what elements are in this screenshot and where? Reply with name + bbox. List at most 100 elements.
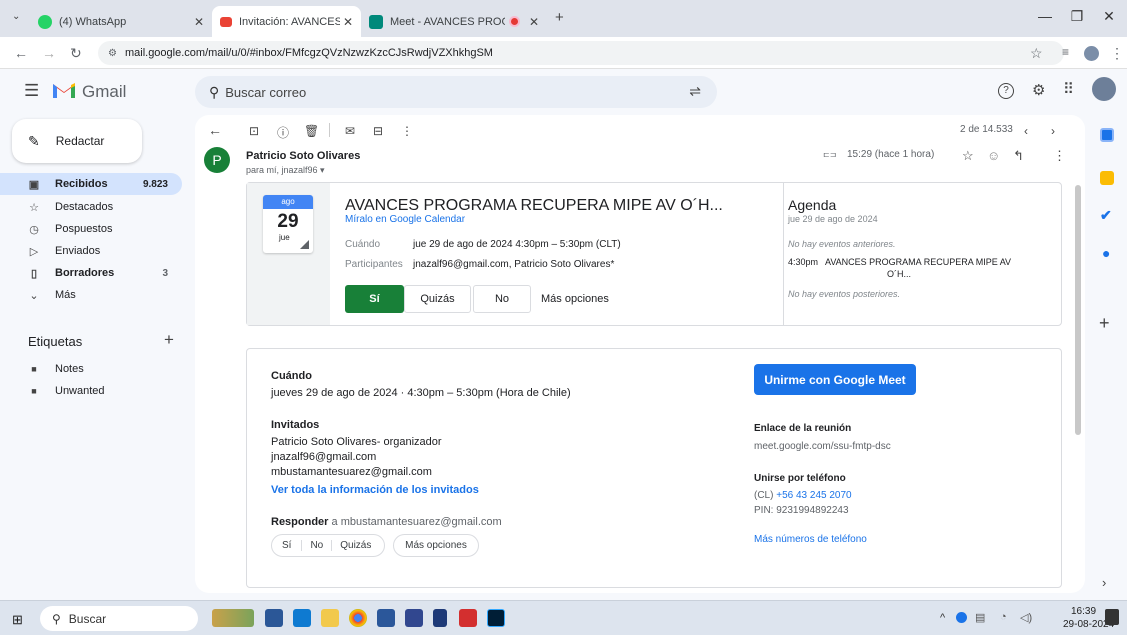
sidebar-item-drafts[interactable]: ▯ Borradores 3 bbox=[0, 262, 182, 284]
file-explorer-icon[interactable] bbox=[321, 609, 339, 627]
word-icon[interactable] bbox=[377, 609, 395, 627]
sidebar-item-more[interactable]: ⌄ Más bbox=[0, 284, 182, 306]
reply-icon[interactable]: ↰ bbox=[1013, 148, 1024, 164]
browser-menu-icon[interactable]: ⋮ bbox=[1110, 45, 1124, 62]
message-more-icon[interactable]: ⋮ bbox=[1053, 148, 1066, 164]
reload-icon[interactable]: ↻ bbox=[70, 45, 82, 62]
tab-search-icon[interactable]: ⌄ bbox=[12, 11, 20, 22]
label-tag-icon: ■ bbox=[31, 386, 37, 396]
older-icon[interactable]: › bbox=[1051, 124, 1055, 138]
star-message-icon[interactable]: ☆ bbox=[962, 148, 974, 164]
window-close-icon[interactable]: ✕ bbox=[1094, 8, 1124, 25]
notifications-icon[interactable] bbox=[1105, 609, 1119, 625]
reply-more-options-button[interactable]: Más opciones bbox=[393, 534, 479, 557]
clock-time[interactable]: 16:39 bbox=[1071, 606, 1096, 617]
settings-gear-icon[interactable]: ⚙ bbox=[1032, 81, 1045, 99]
join-meet-button[interactable]: Unirme con Google Meet bbox=[754, 364, 916, 395]
add-label-button[interactable]: + bbox=[164, 330, 174, 350]
help-icon[interactable]: ? bbox=[998, 83, 1014, 99]
close-tab-icon[interactable]: ✕ bbox=[194, 15, 204, 29]
minimize-icon[interactable]: — bbox=[1030, 8, 1060, 24]
sidebar-item-snoozed[interactable]: ◷ Pospuestos bbox=[0, 218, 182, 240]
reports-icon[interactable] bbox=[405, 609, 423, 627]
rsvp-yes-button[interactable]: Sí bbox=[345, 285, 404, 313]
rsvp-more-options[interactable]: Más opciones bbox=[541, 293, 609, 305]
gmail-logo-icon[interactable] bbox=[52, 81, 76, 102]
sidebar-label-notes[interactable]: ■ Notes bbox=[0, 358, 182, 380]
get-addons-icon[interactable]: + bbox=[1099, 313, 1110, 334]
search-input[interactable]: ⚲ Buscar correo ⇌ bbox=[195, 76, 717, 108]
apps-grid-icon[interactable]: ⠿ bbox=[1063, 80, 1074, 98]
meeting-link[interactable]: meet.google.com/ssu-fmtp-dsc bbox=[754, 441, 891, 452]
main-menu-icon[interactable]: ☰ bbox=[24, 81, 39, 101]
sender-name[interactable]: Patricio Soto Olivares bbox=[246, 150, 360, 162]
reply-no-button[interactable]: No bbox=[302, 540, 333, 551]
tray-chevron-icon[interactable]: ^ bbox=[940, 612, 945, 624]
agenda-event-title[interactable]: AVANCES PROGRAMA RECUPERA MIPE AV bbox=[825, 257, 1011, 267]
url-field[interactable]: ⚙ mail.google.com/mail/u/0/#inbox/FMfcgz… bbox=[98, 41, 1064, 65]
tray-volume-icon[interactable]: ◁) bbox=[1020, 611, 1032, 624]
report-spam-icon[interactable]: ⓘ bbox=[277, 124, 289, 141]
maximize-icon[interactable]: ❐ bbox=[1062, 8, 1092, 25]
profile-avatar[interactable] bbox=[1084, 46, 1099, 61]
widgets-icon[interactable] bbox=[212, 609, 254, 627]
store-icon[interactable] bbox=[293, 609, 311, 627]
sidebar-item-inbox[interactable]: ▣ Recibidos 9.823 bbox=[0, 173, 182, 195]
tab-whatsapp[interactable]: (4) WhatsApp ✕ bbox=[30, 6, 212, 37]
view-in-calendar-link[interactable]: Míralo en Google Calendar bbox=[345, 214, 465, 225]
keep-app-icon[interactable] bbox=[1100, 171, 1114, 185]
back-icon[interactable]: ← bbox=[14, 45, 28, 61]
close-tab-icon[interactable]: ✕ bbox=[529, 15, 539, 29]
show-side-panel-icon[interactable]: › bbox=[1102, 575, 1106, 590]
recipient-line[interactable]: para mí, jnazalf96 ▾ bbox=[246, 165, 325, 176]
rsvp-no-button[interactable]: No bbox=[473, 285, 531, 313]
more-options-icon[interactable]: ⋮ bbox=[401, 124, 413, 138]
rsvp-maybe-button[interactable]: Quizás bbox=[404, 285, 471, 313]
reply-maybe-button[interactable]: Quizás bbox=[332, 540, 379, 551]
site-info-icon[interactable]: ⚙ bbox=[108, 48, 117, 59]
move-to-icon[interactable]: ⊟ bbox=[373, 124, 383, 138]
tab-invitation[interactable]: Invitación: AVANCES PROGRAM ✕ bbox=[212, 6, 361, 37]
chrome-icon[interactable] bbox=[349, 609, 367, 627]
contacts-app-icon[interactable]: ● bbox=[1102, 245, 1110, 261]
message-scrollbar[interactable] bbox=[1075, 185, 1081, 435]
sidebar-label-unwanted[interactable]: ■ Unwanted bbox=[0, 380, 182, 402]
reply-yes-button[interactable]: Sí bbox=[272, 540, 303, 551]
taskbar-search[interactable]: ⚲ Buscar bbox=[40, 606, 198, 631]
archive-icon[interactable]: ⊡ bbox=[249, 124, 259, 138]
tab-search-list-icon[interactable]: ≡ bbox=[1062, 45, 1069, 59]
more-phone-numbers-link[interactable]: Más números de teléfono bbox=[754, 534, 867, 545]
delete-icon[interactable]: 🗑 bbox=[304, 124, 319, 138]
label-tag-icon: ■ bbox=[31, 364, 37, 374]
tab-meet[interactable]: Meet - AVANCES PROGRAM ✕ bbox=[361, 6, 547, 37]
windows-start-icon[interactable]: ⊞ bbox=[12, 612, 23, 628]
close-tab-icon[interactable]: ✕ bbox=[339, 14, 353, 29]
back-to-inbox-icon[interactable]: ← bbox=[208, 122, 222, 138]
tray-wifi-icon[interactable]: ◔ bbox=[1000, 611, 1007, 623]
document-icon[interactable] bbox=[433, 609, 447, 627]
phone-number-link[interactable]: +56 43 245 2070 bbox=[776, 490, 851, 501]
reply-line: Responder a mbustamantesuarez@gmail.com bbox=[271, 516, 502, 528]
taskview-icon[interactable] bbox=[265, 609, 283, 627]
new-tab-button[interactable]: + bbox=[555, 9, 564, 26]
compose-button[interactable]: ✎ Redactar bbox=[12, 119, 142, 163]
acrobat-icon[interactable] bbox=[459, 609, 477, 627]
sidebar-item-sent[interactable]: ▷ Enviados bbox=[0, 240, 182, 262]
tray-app-icon[interactable] bbox=[956, 612, 967, 623]
forward-icon[interactable]: → bbox=[42, 45, 56, 61]
search-icon[interactable]: ⚲ bbox=[209, 84, 219, 101]
photoshop-icon[interactable] bbox=[487, 609, 505, 627]
account-avatar[interactable] bbox=[1092, 77, 1116, 101]
mark-unread-icon[interactable]: ✉ bbox=[345, 124, 355, 138]
view-guest-info-link[interactable]: Ver toda la información de los invitados bbox=[271, 484, 479, 496]
newer-icon[interactable]: ‹ bbox=[1024, 124, 1028, 138]
tasks-app-icon[interactable]: ✔ bbox=[1100, 207, 1112, 224]
bookmark-star-icon[interactable]: ☆ bbox=[1030, 45, 1043, 62]
sender-avatar[interactable]: P bbox=[204, 147, 230, 173]
emoji-react-icon[interactable]: ☺ bbox=[987, 148, 1000, 163]
tray-network-icon[interactable]: ▤ bbox=[975, 611, 985, 624]
url-text: mail.google.com/mail/u/0/#inbox/FMfcgzQV… bbox=[124, 47, 493, 59]
calendar-app-icon[interactable] bbox=[1100, 128, 1114, 142]
search-options-icon[interactable]: ⇌ bbox=[689, 83, 701, 100]
sidebar-item-starred[interactable]: ☆ Destacados bbox=[0, 196, 182, 218]
